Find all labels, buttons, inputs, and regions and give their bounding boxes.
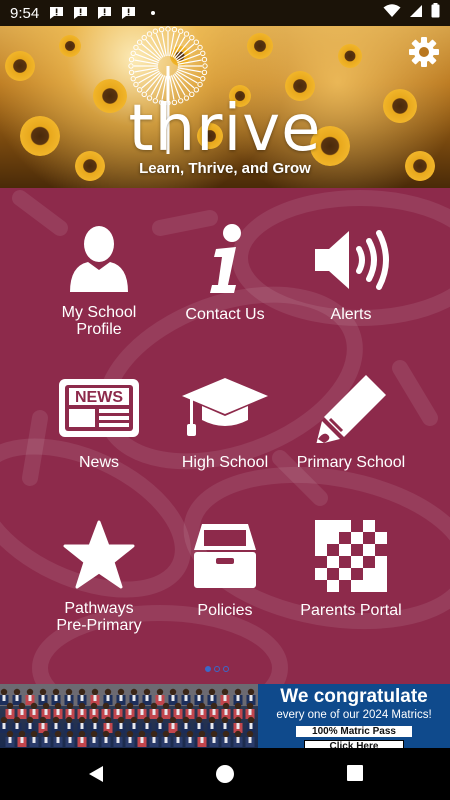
brand-tagline: Learn, Thrive, and Grow	[139, 160, 311, 177]
tile-label: Contact Us	[185, 306, 265, 323]
recents-button[interactable]	[346, 764, 366, 784]
notification-alert-icon	[49, 6, 64, 20]
system-navigation-bar	[0, 748, 450, 800]
page-dot[interactable]	[214, 666, 220, 672]
back-button[interactable]	[86, 764, 106, 784]
thrive-logo: thrive Learn, Thrive, and Grow	[0, 26, 450, 188]
gear-icon	[409, 37, 439, 67]
file-box-icon	[180, 516, 270, 596]
home-button[interactable]	[215, 764, 235, 784]
students-photo	[0, 684, 258, 748]
newspaper-icon-text: NEWS	[75, 389, 123, 406]
info-icon	[180, 220, 270, 300]
promo-banner[interactable]: We congratulate every one of our 2024 Ma…	[0, 684, 450, 748]
page-indicator	[205, 666, 229, 672]
tile-label: High School	[181, 454, 269, 471]
star-icon	[54, 516, 144, 594]
pencil-icon	[306, 368, 396, 448]
tile-parents-portal[interactable]: Parents Portal	[276, 494, 426, 634]
brand-name: thrive	[128, 92, 322, 166]
banner-subtitle: every one of our 2024 Matrics!	[276, 709, 432, 721]
wifi-icon	[383, 3, 401, 23]
tile-label: My School Profile	[61, 304, 137, 338]
banner-title: We congratulate	[280, 686, 428, 707]
battery-icon	[431, 3, 440, 23]
banner-badge: 100% Matric Pass	[296, 726, 412, 737]
signal-icon	[409, 4, 423, 23]
home-icon	[216, 765, 234, 783]
page-dot[interactable]	[223, 666, 229, 672]
tile-label: Primary School	[296, 454, 406, 471]
notification-alert-icon	[121, 6, 136, 20]
tile-label: Pathways Pre-Primary	[56, 600, 142, 634]
banner-text: We congratulate every one of our 2024 Ma…	[258, 684, 450, 748]
tile-alerts[interactable]: Alerts	[276, 198, 426, 338]
recents-icon	[347, 765, 363, 781]
tile-label: Alerts	[330, 306, 372, 323]
newspaper-icon: NEWS	[54, 368, 144, 448]
tile-label: Parents Portal	[300, 602, 402, 619]
checkerboard-icon	[306, 516, 396, 596]
settings-button[interactable]	[408, 36, 440, 68]
notification-dot-icon	[145, 6, 160, 20]
person-icon	[54, 220, 144, 298]
menu-grid: My School Profile Contact Us Alerts NEWS	[0, 188, 450, 684]
page-dot-active[interactable]	[205, 666, 211, 672]
back-icon	[89, 766, 103, 782]
tile-primary-school[interactable]: Primary School	[276, 346, 426, 486]
header-banner: thrive Learn, Thrive, and Grow	[0, 26, 450, 188]
graduation-cap-icon	[180, 368, 270, 448]
notification-alert-icon	[97, 6, 112, 20]
status-time: 9:54	[10, 4, 40, 22]
speaker-icon	[306, 220, 396, 300]
tile-label: News	[78, 454, 119, 471]
banner-cta-button[interactable]: Click Here	[304, 740, 404, 748]
tile-label: Policies	[197, 602, 253, 619]
status-bar: 9:54	[0, 0, 450, 26]
notification-alert-icon	[73, 6, 88, 20]
